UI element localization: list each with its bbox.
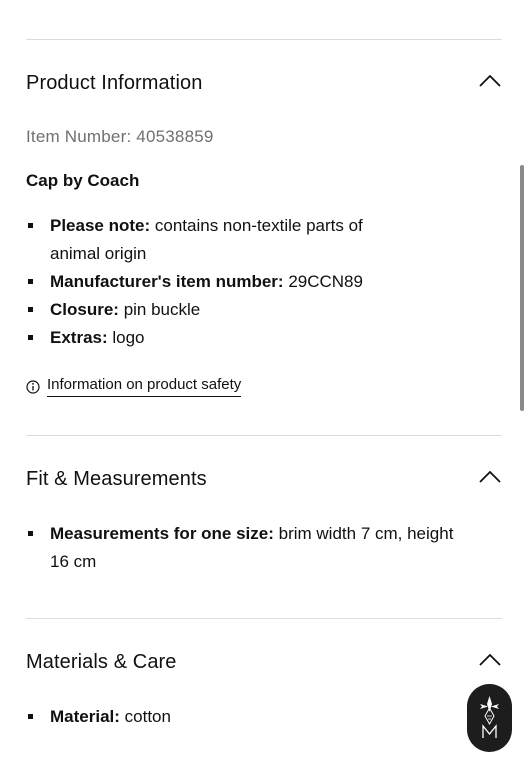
detail-value-continuation: 16 cm [50, 552, 97, 571]
fit-measurements-header[interactable]: Fit & Measurements [26, 459, 502, 499]
detail-value-continuation: animal origin [50, 244, 147, 263]
bullet [28, 223, 33, 228]
detail-value: logo [107, 328, 145, 347]
info-icon [26, 380, 40, 394]
list-item: Material: cotton [26, 703, 171, 731]
detail-label: Measurements for one size: [50, 524, 274, 543]
bullet [28, 307, 33, 312]
detail-label: Material: [50, 707, 120, 726]
product-details-list: Please note: contains non-textile parts … [26, 212, 363, 352]
detail-label: Extras: [50, 328, 108, 347]
divider [26, 618, 502, 619]
detail-label: Closure: [50, 300, 119, 319]
product-name: Cap by Coach [26, 171, 140, 190]
detail-value: 29CCN89 [283, 272, 363, 291]
detail-value: brim width 7 cm, height [273, 524, 454, 543]
bullet [28, 714, 33, 719]
section-title: Materials & Care [26, 651, 177, 673]
scrollbar[interactable] [520, 165, 524, 411]
item-number: Item Number: 40538859 [26, 127, 214, 146]
detail-label: Please note: [50, 216, 151, 235]
divider [26, 39, 502, 40]
chevron-up-icon[interactable] [478, 465, 502, 489]
assistant-button[interactable] [467, 684, 512, 752]
bullet [28, 531, 33, 536]
section-title: Fit & Measurements [26, 468, 207, 490]
assistant-logo-icon [480, 696, 499, 738]
list-item: Measurements for one size: brim width 7 … [26, 520, 453, 576]
product-information-header[interactable]: Product Information [26, 63, 502, 103]
detail-value: contains non-textile parts of [150, 216, 363, 235]
list-item: Please note: contains non-textile parts … [26, 212, 363, 268]
bullet [28, 279, 33, 284]
fit-details-list: Measurements for one size: brim width 7 … [26, 520, 453, 576]
product-safety-link-text[interactable]: Information on product safety [47, 376, 242, 397]
product-safety-link[interactable]: Information on product safety [26, 376, 242, 398]
detail-value: pin buckle [118, 300, 201, 319]
detail-label: Manufacturer's item number: [50, 272, 284, 291]
chevron-up-icon[interactable] [478, 69, 502, 93]
materials-care-header[interactable]: Materials & Care [26, 642, 502, 682]
section-title: Product Information [26, 72, 203, 94]
detail-value: cotton [119, 707, 171, 726]
list-item: Extras: logo [26, 324, 363, 352]
chevron-up-icon[interactable] [478, 648, 502, 672]
list-item: Closure: pin buckle [26, 296, 363, 324]
divider [26, 435, 502, 436]
list-item: Manufacturer's item number: 29CCN89 [26, 268, 363, 296]
bullet [28, 335, 33, 340]
materials-details-list: Material: cotton [26, 703, 171, 731]
